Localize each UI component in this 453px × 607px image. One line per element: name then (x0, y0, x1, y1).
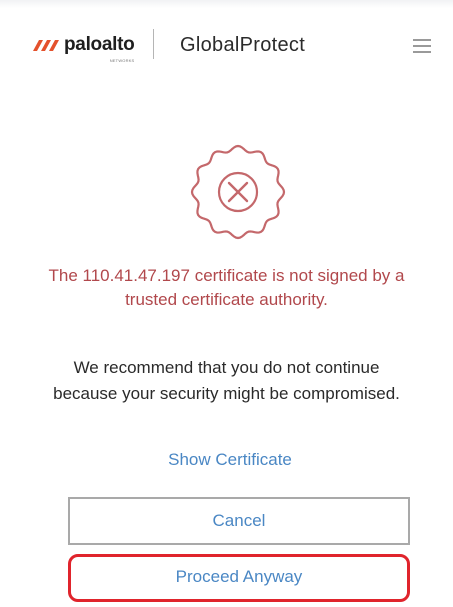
product-title: GlobalProtect (180, 34, 306, 56)
menu-line (413, 39, 431, 41)
paloalto-logo-icon (33, 40, 59, 51)
hamburger-menu-icon[interactable] (413, 38, 431, 54)
cancel-button[interactable]: Cancel (68, 497, 410, 545)
menu-line (413, 51, 431, 53)
show-certificate-link[interactable]: Show Certificate (100, 449, 360, 471)
certificate-error-message: The 110.41.47.197 certificate is not sig… (48, 266, 405, 309)
globalprotect-window: paloalto NETWORKS GlobalProtect The 110.… (0, 0, 453, 607)
brand-subtitle: NETWORKS (109, 58, 135, 63)
brand-logo: paloalto NETWORKS (30, 34, 135, 63)
brand-wordmark: paloalto (64, 34, 135, 55)
header-divider (153, 29, 154, 59)
proceed-anyway-button[interactable]: Proceed Anyway (68, 555, 410, 599)
window-top-edge (0, 0, 453, 8)
app-header: paloalto NETWORKS GlobalProtect (0, 24, 453, 68)
menu-line (413, 45, 431, 47)
error-x-seal-icon (190, 144, 286, 240)
security-recommendation: We recommend that you do not continue be… (53, 358, 400, 403)
